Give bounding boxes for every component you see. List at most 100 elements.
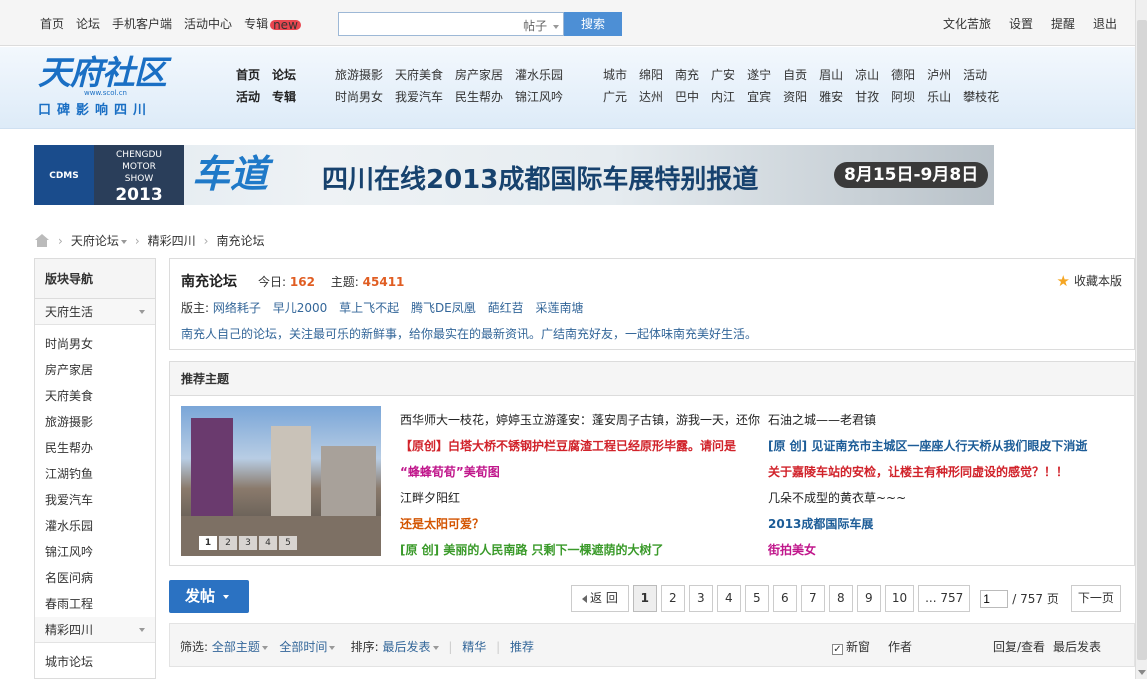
sidebar-item[interactable]: 春雨工程 xyxy=(35,591,155,617)
sidebar-group-life[interactable]: 天府生活 xyxy=(35,299,155,325)
city-nav-link[interactable]: 内江 xyxy=(711,88,735,105)
topic-nav-link[interactable]: 我爱汽车 xyxy=(395,88,443,105)
recommended-topic-link[interactable]: 江畔夕阳红 xyxy=(400,489,768,506)
search-input[interactable] xyxy=(339,13,509,35)
sidebar-item[interactable]: 锦江风吟 xyxy=(35,539,155,565)
city-nav-link[interactable]: 达州 xyxy=(639,88,663,105)
top-link-mobile[interactable]: 手机客户端 xyxy=(112,15,172,32)
search-button[interactable]: 搜索 xyxy=(564,12,622,36)
slide-dot[interactable]: 5 xyxy=(279,536,297,550)
recommended-topic-link[interactable]: 街拍美女 xyxy=(768,541,1130,558)
city-nav-link[interactable]: 广元 xyxy=(603,88,627,105)
moderator-link[interactable]: 腾飞DE凤凰 xyxy=(411,301,476,315)
slide-dot[interactable]: 2 xyxy=(219,536,237,550)
page-button[interactable]: 2 xyxy=(660,585,685,612)
city-nav-link[interactable]: 广安 xyxy=(711,66,735,83)
moderator-link[interactable]: 早儿2000 xyxy=(273,301,328,315)
city-nav-link[interactable]: 阿坝 xyxy=(891,88,915,105)
page-button[interactable]: 5 xyxy=(744,585,769,612)
new-post-button[interactable]: 发帖 xyxy=(169,580,249,613)
topic-nav-link[interactable]: 灌水乐园 xyxy=(515,66,563,83)
city-nav-link[interactable]: 凉山 xyxy=(855,66,879,83)
recommended-photo-slider[interactable]: 1 2 3 4 5 xyxy=(181,406,381,556)
city-nav-link[interactable]: 泸州 xyxy=(927,66,951,83)
sidebar-item[interactable]: 房产家居 xyxy=(35,357,155,383)
sidebar-item[interactable]: 我爱汽车 xyxy=(35,487,155,513)
city-nav-link[interactable]: 德阳 xyxy=(891,66,915,83)
topic-nav-link[interactable]: 天府美食 xyxy=(395,66,443,83)
city-nav-link[interactable]: 活动 xyxy=(963,66,987,83)
recommended-topic-link[interactable]: 西华师大一枝花，婷婷玉立游蓬安：蓬安周子古镇，游我一天，还你 xyxy=(400,411,768,428)
page-button[interactable]: 9 xyxy=(856,585,881,612)
top-link-albums[interactable]: 专辑 new xyxy=(244,15,301,32)
city-nav-link[interactable]: 巴中 xyxy=(675,88,699,105)
city-nav-link[interactable]: 雅安 xyxy=(819,88,843,105)
recommended-topic-link[interactable]: [原 创] 见证南充市主城区一座座人行天桥从我们眼皮下消逝 xyxy=(768,437,1130,454)
topic-nav-link[interactable]: 旅游摄影 xyxy=(335,66,383,83)
main-nav-link[interactable]: 活动 xyxy=(236,88,260,105)
filter-digest[interactable]: 精华 xyxy=(462,640,486,654)
main-nav-link[interactable]: 论坛 xyxy=(272,66,296,83)
city-nav-link[interactable]: 甘孜 xyxy=(855,88,879,105)
main-nav-link[interactable]: 首页 xyxy=(236,66,260,83)
logout-link[interactable]: 退出 xyxy=(1093,15,1117,32)
home-icon[interactable] xyxy=(34,233,50,248)
motor-show-banner[interactable]: CDMS CHENGDU MOTOR SHOW 2013 车道 四川在线2013… xyxy=(34,145,994,205)
city-nav-link[interactable]: 宜宾 xyxy=(747,88,771,105)
recommended-topic-link[interactable]: [原 创] 美丽的人民南路 只剩下一棵遮荫的大树了 xyxy=(400,541,768,558)
sidebar-item-city-forum[interactable]: 城市论坛 xyxy=(35,649,155,675)
city-nav-link[interactable]: 自贡 xyxy=(783,66,807,83)
moderator-link[interactable]: 采莲南塘 xyxy=(535,301,583,315)
city-nav-link[interactable]: 乐山 xyxy=(927,88,951,105)
vertical-scrollbar[interactable] xyxy=(1135,0,1147,679)
topic-nav-link[interactable]: 锦江风吟 xyxy=(515,88,563,105)
filter-all-time[interactable]: 全部时间 xyxy=(279,640,336,654)
sidebar-item[interactable]: 民生帮办 xyxy=(35,435,155,461)
page-button[interactable]: 10 xyxy=(884,585,915,612)
city-nav-link[interactable]: 攀枝花 xyxy=(963,88,999,105)
slide-dot[interactable]: 4 xyxy=(259,536,277,550)
recommended-topic-link[interactable]: “蜂蜂荀荀”美荀图 xyxy=(400,463,768,480)
back-button[interactable]: 返 回 xyxy=(571,585,629,612)
notifications-link[interactable]: 提醒 xyxy=(1051,15,1075,32)
slide-dot[interactable]: 1 xyxy=(199,536,217,550)
city-nav-link[interactable]: 资阳 xyxy=(783,88,807,105)
top-link-events[interactable]: 活动中心 xyxy=(184,15,232,32)
moderator-link[interactable]: 草上飞不起 xyxy=(339,301,399,315)
city-nav-link[interactable]: 遂宁 xyxy=(747,66,771,83)
search-type-select[interactable]: 帖子 xyxy=(523,17,559,34)
page-button[interactable]: 1 xyxy=(632,585,657,612)
page-button[interactable]: 8 xyxy=(828,585,853,612)
page-jump-input[interactable] xyxy=(980,589,1009,608)
breadcrumb-section[interactable]: 精彩四川 xyxy=(148,232,196,249)
recommended-topic-link[interactable]: 石油之城——老君镇 xyxy=(768,411,1130,428)
city-nav-link[interactable]: 眉山 xyxy=(819,66,843,83)
filter-recommend[interactable]: 推荐 xyxy=(510,640,534,654)
sidebar-item[interactable]: 江湖钓鱼 xyxy=(35,461,155,487)
recommended-topic-link[interactable]: 关于嘉陵车站的安检，让楼主有种形同虚设的感觉？！！ xyxy=(768,463,1130,480)
slide-dot[interactable]: 3 xyxy=(239,536,257,550)
topic-nav-link[interactable]: 房产家居 xyxy=(455,66,503,83)
scrollbar-thumb[interactable] xyxy=(1137,20,1147,660)
breadcrumb-forum[interactable]: 天府论坛 xyxy=(71,232,127,249)
sidebar-group-sichuan[interactable]: 精彩四川 xyxy=(35,617,155,643)
scroll-down-icon[interactable] xyxy=(1138,670,1146,675)
filter-all-topics[interactable]: 全部主题 xyxy=(212,640,268,654)
sidebar-item[interactable]: 名医问病 xyxy=(35,565,155,591)
sidebar-item[interactable]: 时尚男女 xyxy=(35,331,155,357)
sidebar-item[interactable]: 灌水乐园 xyxy=(35,513,155,539)
city-nav-link[interactable]: 南充 xyxy=(675,66,699,83)
topic-nav-link[interactable]: 时尚男女 xyxy=(335,88,383,105)
page-button[interactable]: 6 xyxy=(772,585,797,612)
top-link-forum[interactable]: 论坛 xyxy=(76,15,100,32)
next-page-button[interactable]: 下一页 xyxy=(1070,585,1121,612)
topic-nav-link[interactable]: 民生帮办 xyxy=(455,88,503,105)
page-button[interactable]: 4 xyxy=(716,585,741,612)
top-link-home[interactable]: 首页 xyxy=(40,15,64,32)
site-logo[interactable]: 天府社区 www.scol.cn 口碑影响四川 xyxy=(38,55,188,121)
city-nav-link[interactable]: 绵阳 xyxy=(639,66,663,83)
recommended-topic-link[interactable]: 2013成都国际车展 xyxy=(768,515,1130,532)
recommended-topic-link[interactable]: 【原创】白塔大桥不锈钢护栏豆腐渣工程已经原形毕露。请问是 xyxy=(400,437,768,454)
page-button[interactable]: 3 xyxy=(688,585,713,612)
settings-link[interactable]: 设置 xyxy=(1009,15,1033,32)
